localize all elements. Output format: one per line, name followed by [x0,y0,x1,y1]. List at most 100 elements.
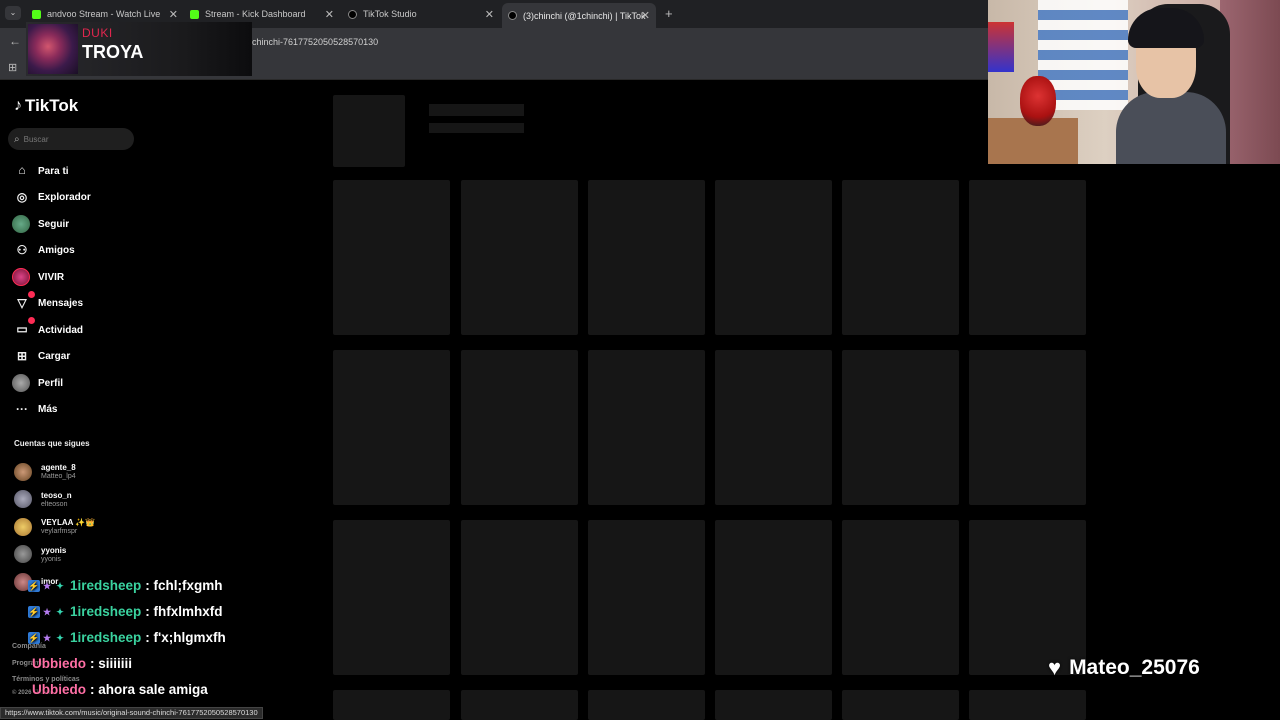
sidebar-item-para-ti[interactable]: ⌂ Para ti [12,158,212,185]
close-icon[interactable]: ✕ [169,8,178,21]
badge-icon: ✦ [56,606,64,617]
video-card-placeholder[interactable] [333,690,450,720]
chat-username: Ubbiedo [32,682,86,697]
video-card-placeholder[interactable] [715,690,832,720]
badge-icon: ★ [42,580,52,591]
video-card-placeholder[interactable] [969,350,1086,505]
video-card-placeholder[interactable] [842,520,959,675]
back-arrow-icon[interactable]: ← [9,34,21,48]
video-card-placeholder[interactable] [333,520,450,675]
home-icon: ⌂ [18,163,26,178]
chat-username: 1iredsheep [70,630,142,645]
video-card-placeholder[interactable] [969,520,1086,675]
new-tab-button[interactable]: + [665,6,673,21]
tab-kick-dashboard[interactable]: Stream - Kick Dashboard ✕ [190,4,334,24]
chat-message: ⚡ ★ ✦ 1iredsheep : f'x;hlgmxfh [28,630,226,645]
video-card-placeholder[interactable] [588,180,705,335]
sidebar-item-amigos[interactable]: ⚇ Amigos [12,238,212,265]
chat-username: Ubbiedo [32,656,86,671]
tiktok-icon [508,11,517,20]
tab-label: (3)chinchi (@1chinchi) | TikTok [523,10,646,21]
avatar [14,545,32,564]
video-card-placeholder[interactable] [842,180,959,335]
tab-label: andvoo Stream - Watch Live [47,9,161,19]
close-icon[interactable]: ✕ [325,8,334,21]
sidebar-item-label: Cargar [38,351,71,363]
search-placeholder: Buscar [23,134,49,144]
following-accounts-heading: Cuentas que sigues [14,439,90,448]
video-card-placeholder[interactable] [969,180,1086,335]
chat-message: Ubbiedo : siiiiiii [32,656,132,671]
sidebar-item-label: Seguir [38,218,70,230]
now-playing-title: TROYA [82,42,144,62]
sidebar-item-mas[interactable]: ··· Más [12,397,212,424]
chat-message: ⚡ ★ ✦ 1iredsheep : fhfxlmhxfd [28,604,223,619]
sidebar-item-mensajes[interactable]: ▽ Mensajes [12,290,212,318]
video-card-placeholder[interactable] [588,520,705,675]
search-input[interactable]: ⌕ Buscar [8,128,134,150]
list-item[interactable]: VEYLAA ✨👑 veylarfmspr [14,513,234,541]
notification-badge [28,290,35,298]
webcam-person-body [1116,92,1226,164]
sidebar-item-label: Para ti [38,165,69,177]
list-item[interactable]: yyonis yyonis [14,541,234,569]
avatar [14,517,32,536]
chat-username: 1iredsheep [70,604,142,619]
video-card-placeholder[interactable] [715,180,832,335]
sidebar-item-label: Explorador [38,192,91,204]
chat-text: : fchl;fxgmh [145,578,223,593]
live-icon [12,268,30,287]
sidebar-item-perfil[interactable]: Perfil [12,370,212,397]
video-card-placeholder[interactable] [842,690,959,720]
sidebar-item-cargar[interactable]: ⊞ Cargar [12,344,212,371]
following-list: agente_8 Matteo_lp4 teoso_n elteoson VEYLA… [14,458,234,596]
video-card-placeholder[interactable] [715,350,832,505]
tab-tiktok-profile[interactable]: (3)chinchi (@1chinchi) | TikTok ✕ [502,3,656,28]
heart-icon: ♥ [1048,655,1062,680]
chat-text: : ahora sale amiga [90,682,208,697]
sidebar-item-vivir[interactable]: VIVIR [12,264,212,291]
follower-alert-name: Mateo_25076 [1069,656,1200,679]
chat-text: : siiiiiii [90,656,133,671]
badge-icon: ★ [42,632,52,643]
close-icon[interactable]: ✕ [485,8,494,21]
video-card-placeholder[interactable] [969,690,1086,720]
tab-tiktok-studio[interactable]: TikTok Studio ✕ [348,4,494,24]
chat-message: ⚡ ★ ✦ 1iredsheep : fchl;fxgmh [28,578,223,593]
chat-message: Ubbiedo : ahora sale amiga [32,682,208,697]
video-card-placeholder[interactable] [461,690,578,720]
account-name: agente_8 [41,463,76,473]
tiktok-logo[interactable]: ♪ TikTok [14,96,78,116]
video-card-placeholder[interactable] [715,520,832,675]
tab-kick-watch[interactable]: andvoo Stream - Watch Live ✕ [32,4,178,24]
video-card-placeholder[interactable] [333,350,450,505]
badge-icon: ✦ [56,632,64,643]
close-icon[interactable]: ✕ [641,9,650,22]
sidebar-item-label: VIVIR [38,271,65,283]
following-avatar-icon [12,215,30,234]
sidebar-item-explorador[interactable]: ◎ Explorador [12,185,212,212]
url-text[interactable]: chinchi-7617752050528570130 [252,37,378,47]
video-card-placeholder[interactable] [461,180,578,335]
apps-grid-icon[interactable]: ⊞ [8,61,17,74]
video-card-placeholder[interactable] [842,350,959,505]
sidebar-item-label: Actividad [38,324,84,336]
account-handle: veylarfmspr [41,528,78,536]
sidebar-item-label: Amigos [38,245,75,257]
list-item[interactable]: teoso_n elteoson [14,486,234,514]
video-card-placeholder[interactable] [588,350,705,505]
profile-stats-placeholder [429,123,524,133]
chat-username: 1iredsheep [70,578,142,593]
list-item[interactable]: agente_8 Matteo_lp4 [14,458,234,486]
video-card-placeholder[interactable] [461,520,578,675]
sidebar-item-seguir[interactable]: Seguir [12,211,212,238]
sidebar-item-actividad[interactable]: ▭ Actividad [12,317,212,344]
tab-search-chevron-icon[interactable]: ⌄ [5,6,21,20]
badge-icon: ⚡ [28,631,40,644]
video-card-placeholder[interactable] [333,180,450,335]
video-card-placeholder[interactable] [461,350,578,505]
profile-avatar-placeholder [333,95,405,167]
activity-icon: ▭ [12,317,35,338]
video-card-placeholder[interactable] [588,690,705,720]
chat-badges: ⚡ ★ ✦ [28,631,67,644]
